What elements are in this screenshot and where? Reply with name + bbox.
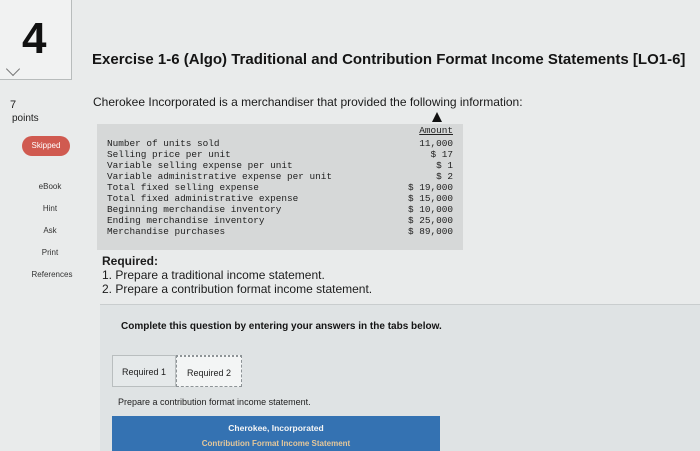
row-value: $ 10,000 xyxy=(407,204,453,215)
points-value: 7 xyxy=(10,99,17,111)
table-row: Total fixed selling expense $ 19,000 xyxy=(107,182,453,193)
points-label: points xyxy=(12,113,39,124)
row-label: Total fixed administrative expense xyxy=(107,193,299,204)
row-label: Number of units sold xyxy=(107,138,220,149)
row-value: $ 15,000 xyxy=(407,193,453,204)
row-value: $ 2 xyxy=(436,171,453,182)
table-row: Beginning merchandise inventory $ 10,000 xyxy=(107,204,453,215)
table-row: Variable selling expense per unit $ 1 xyxy=(107,160,453,171)
sidebar-item-hint[interactable]: Hint xyxy=(24,198,76,220)
row-label: Total fixed selling expense xyxy=(107,182,259,193)
information-table: Amount Number of units sold 11,000 Selli… xyxy=(97,124,463,250)
row-label: Variable administrative expense per unit xyxy=(107,171,333,182)
mouse-cursor-icon xyxy=(432,112,442,122)
table-row: Merchandise purchases $ 89,000 xyxy=(107,226,453,237)
sidebar-item-ask[interactable]: Ask xyxy=(24,220,76,242)
table-row: Variable administrative expense per unit… xyxy=(107,171,453,182)
answer-instructions: Complete this question by entering your … xyxy=(121,321,442,332)
sidebar-item-ebook[interactable]: eBook xyxy=(24,176,76,198)
row-label: Ending merchandise inventory xyxy=(107,215,265,226)
row-label: Selling price per unit xyxy=(107,149,231,160)
row-label: Variable selling expense per unit xyxy=(107,160,293,171)
table-row: Ending merchandise inventory $ 25,000 xyxy=(107,215,453,226)
tab-required-2[interactable]: Required 2 xyxy=(176,355,242,387)
amount-column-header: Amount xyxy=(419,125,453,136)
row-value: $ 19,000 xyxy=(407,182,453,193)
tab-prompt: Prepare a contribution format income sta… xyxy=(118,397,311,407)
required-heading: Required: xyxy=(102,254,159,268)
question-number: 4 xyxy=(22,14,47,63)
row-value: 11,000 xyxy=(419,138,453,149)
table-row: Number of units sold 11,000 xyxy=(107,138,453,149)
sidebar: eBook Hint Ask Print References xyxy=(24,176,80,286)
table-row: Total fixed administrative expense $ 15,… xyxy=(107,193,453,204)
required-item-1: 1. Prepare a traditional income statemen… xyxy=(102,268,325,282)
table-row: Selling price per unit $ 17 xyxy=(107,149,453,160)
exercise-title: Exercise 1-6 (Algo) Traditional and Cont… xyxy=(92,51,686,68)
sidebar-item-references[interactable]: References xyxy=(24,264,80,286)
question-number-panel: 4 xyxy=(0,0,72,80)
row-value: $ 17 xyxy=(430,149,453,160)
row-label: Merchandise purchases xyxy=(107,226,226,237)
sidebar-item-print[interactable]: Print xyxy=(24,242,76,264)
statement-title: Contribution Format Income Statement xyxy=(201,439,351,448)
flag-icon[interactable] xyxy=(5,61,21,77)
required-item-2: 2. Prepare a contribution format income … xyxy=(102,282,373,296)
exercise-intro: Cherokee Incorporated is a merchandiser … xyxy=(93,95,523,109)
row-value: $ 1 xyxy=(436,160,453,171)
statement-company: Cherokee, Incorporated xyxy=(228,423,324,433)
row-label: Beginning merchandise inventory xyxy=(107,204,282,215)
row-value: $ 25,000 xyxy=(407,215,453,226)
row-value: $ 89,000 xyxy=(407,226,453,237)
status-badge: Skipped xyxy=(22,136,70,156)
statement-header: Cherokee, Incorporated Contribution Form… xyxy=(112,416,440,451)
tab-required-1[interactable]: Required 1 xyxy=(112,355,176,387)
